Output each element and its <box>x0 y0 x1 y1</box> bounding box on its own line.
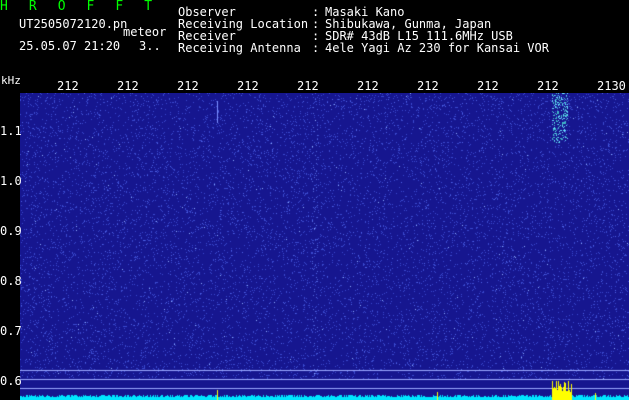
x-tick: 212 <box>417 79 439 93</box>
index-label: 3.. <box>139 39 161 53</box>
x-tick: 2130 <box>597 79 626 93</box>
x-tick: 212 <box>117 79 139 93</box>
x-tick: 212 <box>477 79 499 93</box>
y-tick: 1.0 <box>0 174 22 188</box>
x-tick: 212 <box>177 79 199 93</box>
x-tick: 212 <box>537 79 559 93</box>
y-tick: 0.9 <box>0 224 22 238</box>
info-colon: : <box>312 41 320 55</box>
hrofft-screen: H R O F F T UT2505072120.pn meteor 25.05… <box>0 0 629 400</box>
info-value: 4ele Yagi Az 230 for Kansai VOR <box>325 41 549 55</box>
spectrogram-canvas <box>20 93 629 400</box>
x-tick: 212 <box>57 79 79 93</box>
x-tick: 212 <box>237 79 259 93</box>
mode-label: meteor <box>123 25 167 39</box>
file-name: UT2505072120.pn <box>19 17 128 31</box>
date-time: 25.05.07 21:20 <box>19 39 121 53</box>
info-label: Receiving Antenna <box>178 41 301 55</box>
y-tick: 0.7 <box>0 324 22 338</box>
app-title: H R O F F T <box>0 0 159 14</box>
x-tick: 212 <box>297 79 319 93</box>
y-tick: 0.6 <box>0 374 22 388</box>
unit-label: kHz <box>1 74 21 87</box>
y-tick: 1.1 <box>0 124 22 138</box>
y-tick: 0.8 <box>0 274 22 288</box>
x-tick: 212 <box>357 79 379 93</box>
